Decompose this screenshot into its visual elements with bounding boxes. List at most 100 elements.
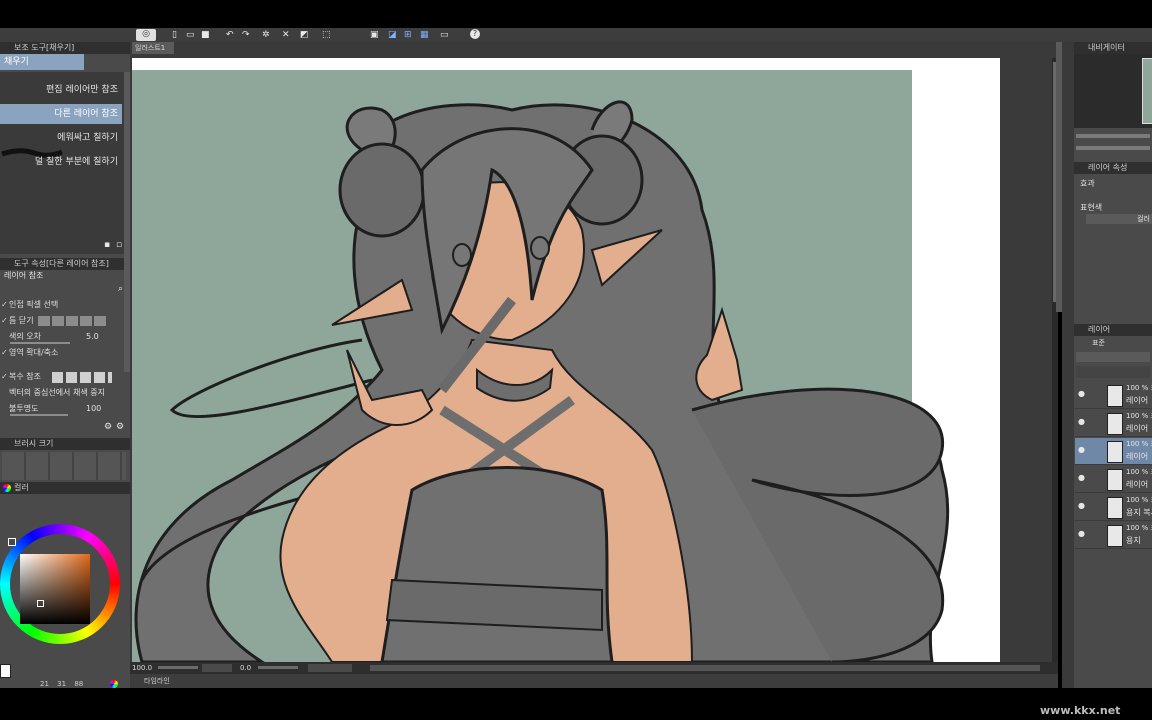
- timeline-tab[interactable]: 타임라인: [144, 676, 170, 686]
- save-icon[interactable]: ■: [201, 30, 210, 40]
- clear-icon[interactable]: ✕: [282, 30, 290, 40]
- illustration[interactable]: [132, 70, 992, 662]
- eye-left: [453, 244, 471, 266]
- opacity-slider[interactable]: [10, 414, 68, 416]
- zoom-buttons[interactable]: [202, 664, 232, 672]
- color-wheel[interactable]: [0, 524, 120, 654]
- option-close-gap[interactable]: ✓틈 닫기: [0, 314, 128, 328]
- delete-sub-tool-icon[interactable]: ▫: [116, 240, 122, 250]
- rotation-slider[interactable]: [258, 666, 298, 669]
- settings-icon[interactable]: ✲: [262, 30, 270, 40]
- help-icon[interactable]: ?: [470, 29, 480, 39]
- brush-size-presets[interactable]: [2, 452, 126, 480]
- navigator-zoom-slider[interactable]: [1076, 134, 1150, 138]
- readout-value: 31: [57, 680, 66, 688]
- layer-row[interactable]: ●100 % 표준레이어: [1075, 466, 1152, 493]
- option-label: 틈 닫기: [9, 316, 34, 325]
- wrench-icon[interactable]: ⚙: [104, 422, 112, 432]
- layer-row[interactable]: ●100 % 표준용지: [1075, 522, 1152, 549]
- undo-icon[interactable]: ↶: [226, 30, 234, 40]
- settings-icon[interactable]: ⚙: [116, 422, 124, 432]
- color-margin-slider[interactable]: [10, 342, 70, 344]
- command-bar: ◎ ▯ ▭ ■ ↶ ↷ ✲ ✕ ◩ ⬚ ▣ ◪ ⊞ ▦ ▭ ?: [0, 28, 1152, 42]
- hair-strand-left: [172, 340, 372, 417]
- reference-layer-buttons[interactable]: [52, 372, 112, 383]
- layer-property-section-label: 효과: [1080, 179, 1095, 188]
- sub-tool-title[interactable]: 채우기: [0, 54, 84, 70]
- app-logo-icon[interactable]: ◎: [136, 29, 156, 41]
- tool-property-title-label: 레이어 참조: [4, 271, 43, 280]
- layers-header: 레이어: [1074, 324, 1152, 336]
- main-color-swatch[interactable]: [0, 664, 11, 678]
- view-buttons[interactable]: [308, 664, 352, 672]
- saturation-value-square[interactable]: [20, 554, 90, 624]
- layer-property-header: 레이어 속성: [1074, 162, 1152, 174]
- visibility-eye-icon[interactable]: ●: [1078, 502, 1086, 510]
- transform-icon[interactable]: ⬚: [322, 30, 331, 40]
- new-file-icon[interactable]: ▯: [172, 30, 177, 40]
- gap-size-buttons[interactable]: [38, 316, 108, 326]
- magnifier-icon[interactable]: ⌕: [118, 284, 123, 294]
- option-color-margin[interactable]: 색의 오차 5.0: [0, 330, 128, 344]
- sub-tool-item[interactable]: 에워싸고 칠하기: [0, 128, 122, 148]
- sub-tool-item-label: 편집 레이어만 참조: [46, 85, 118, 95]
- option-opacity[interactable]: 불투명도 100: [0, 402, 128, 416]
- right-panel-scrollbar[interactable]: [1056, 42, 1062, 312]
- navigator-thumbnail[interactable]: [1142, 58, 1152, 124]
- readout-value: 88: [74, 680, 83, 688]
- layer-tools-row[interactable]: [1076, 366, 1150, 378]
- redo-icon[interactable]: ↷: [242, 30, 250, 40]
- layer-row[interactable]: ●100 % 표준용지 복사: [1075, 494, 1152, 521]
- window-icon[interactable]: ▭: [440, 30, 449, 40]
- blend-mode-select[interactable]: 표준: [1092, 338, 1152, 348]
- sub-tool-header: 보조 도구[채우기]: [0, 42, 130, 54]
- sub-tool-item[interactable]: 덜 칠한 부분에 칠하기: [0, 152, 122, 172]
- visibility-eye-icon[interactable]: ●: [1078, 418, 1086, 426]
- canvas-tab[interactable]: 일러스트1: [132, 42, 174, 54]
- canvas-area: 일러스트1: [130, 42, 1058, 662]
- color-picker-cursor[interactable]: [37, 600, 44, 607]
- zoom-slider[interactable]: [158, 666, 198, 669]
- option-vector-center[interactable]: 벡터의 중심선에서 채색 중지: [0, 386, 128, 400]
- hue-marker[interactable]: [8, 538, 16, 546]
- horizontal-scrollbar[interactable]: [370, 665, 1040, 671]
- expression-color-select[interactable]: 컬러: [1086, 214, 1152, 224]
- brush-size-header-label: 브러시 크기: [14, 439, 53, 448]
- zoom-value[interactable]: 100.0: [132, 662, 152, 674]
- right-panel: [1062, 42, 1152, 688]
- area-scaling-value[interactable]: 10: [92, 358, 102, 360]
- visibility-eye-icon[interactable]: ●: [1078, 390, 1086, 398]
- rotation-value[interactable]: 0.0: [240, 662, 251, 674]
- color-wheel-header-label: 컬러: [14, 483, 29, 492]
- color-set-icon[interactable]: [110, 680, 118, 688]
- open-file-icon[interactable]: ▭: [186, 30, 195, 40]
- select-icon[interactable]: ▣: [370, 30, 379, 40]
- ruler-icon[interactable]: ◪: [388, 30, 397, 40]
- sub-tool-item-selected[interactable]: 다른 레이어 참조: [0, 104, 122, 124]
- opacity-value[interactable]: 100: [86, 402, 101, 416]
- snap-icon[interactable]: ⊞: [404, 30, 412, 40]
- option-label: 복수 참조: [9, 372, 41, 381]
- visibility-eye-icon[interactable]: ●: [1078, 474, 1086, 482]
- option-multiple-reference[interactable]: ✓복수 참조: [0, 370, 128, 384]
- option-area-scaling[interactable]: ✓영역 확대/축소 10: [0, 346, 128, 360]
- visibility-eye-icon[interactable]: ●: [1078, 530, 1086, 538]
- grid-icon[interactable]: ▦: [420, 30, 429, 40]
- navigator-view[interactable]: [1074, 54, 1152, 128]
- dress-sash: [387, 580, 602, 630]
- fill-icon[interactable]: ◩: [300, 30, 309, 40]
- layer-row[interactable]: ●100 % 표준레이어: [1075, 438, 1152, 465]
- color-margin-value[interactable]: 5.0: [86, 330, 99, 344]
- option-label: 불투명도: [9, 404, 38, 413]
- layer-row[interactable]: ●100 % 표준레이어: [1075, 382, 1152, 409]
- layer-opacity-slider[interactable]: [1076, 352, 1150, 362]
- new-sub-tool-icon[interactable]: ▪: [104, 240, 110, 250]
- visibility-eye-icon[interactable]: ●: [1078, 446, 1086, 454]
- layer-row[interactable]: ●100 % 표준레이어: [1075, 410, 1152, 437]
- navigator-rotate-slider[interactable]: [1076, 146, 1150, 150]
- option-adjacent-pixel[interactable]: ✓인접 픽셀 선택: [0, 298, 128, 312]
- sub-tool-item[interactable]: 편집 레이어만 참조: [0, 80, 122, 100]
- color-icon: [3, 484, 11, 492]
- check-icon: ✓: [1, 298, 9, 312]
- bottom-strip: [0, 688, 1152, 720]
